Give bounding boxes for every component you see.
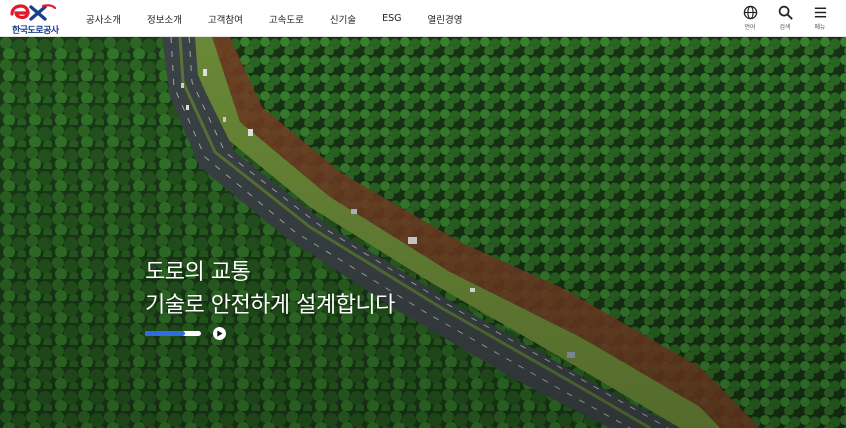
search-icon bbox=[778, 5, 793, 20]
nav-item-company[interactable]: 공사소개 bbox=[86, 12, 121, 26]
hero-forest-highway-image bbox=[0, 37, 846, 428]
slide-progress-bar[interactable] bbox=[145, 331, 201, 336]
language-button[interactable]: 언어 bbox=[738, 5, 762, 31]
main-nav: 공사소개 정보소개 고객참여 고속도로 신기술 ESG 열린경영 bbox=[86, 0, 488, 37]
menu-button[interactable]: 메뉴 bbox=[808, 5, 832, 31]
nav-item-esg[interactable]: ESG bbox=[382, 13, 401, 24]
play-icon bbox=[217, 330, 223, 337]
utility-menu: 언어 검색 메뉴 bbox=[727, 5, 832, 31]
nav-item-info[interactable]: 정보소개 bbox=[147, 12, 182, 26]
hero-headline: 도로의 교통 기술로 안전하게 설계합니다 bbox=[145, 256, 395, 322]
nav-item-customer[interactable]: 고객참여 bbox=[208, 12, 243, 26]
nav-item-technology[interactable]: 신기술 bbox=[330, 12, 356, 26]
hero-banner: 도로의 교통 기술로 안전하게 설계합니다 bbox=[0, 37, 846, 428]
hamburger-icon bbox=[814, 7, 826, 18]
play-button[interactable] bbox=[213, 327, 226, 340]
search-label: 검색 bbox=[779, 24, 791, 31]
search-button[interactable]: 검색 bbox=[773, 5, 797, 31]
site-header: 한국도로공사 공사소개 정보소개 고객참여 고속도로 신기술 ESG 열린경영 … bbox=[0, 0, 846, 37]
language-label: 언어 bbox=[744, 24, 756, 31]
nav-item-expressway[interactable]: 고속도로 bbox=[269, 12, 304, 26]
logo-name: 한국도로공사 bbox=[12, 26, 59, 36]
globe-icon bbox=[743, 5, 757, 20]
ex-logo[interactable]: 한국도로공사 bbox=[10, 3, 59, 36]
menu-label: 메뉴 bbox=[814, 24, 826, 31]
hero-headline-line1: 도로의 교통 bbox=[145, 260, 251, 285]
ex-logo-mark bbox=[10, 4, 56, 21]
slide-progress-fill bbox=[145, 331, 186, 336]
nav-item-management[interactable]: 열린경영 bbox=[428, 12, 463, 26]
hero-headline-line2: 기술로 안전하게 설계합니다 bbox=[145, 293, 395, 318]
slide-controls bbox=[145, 327, 226, 340]
